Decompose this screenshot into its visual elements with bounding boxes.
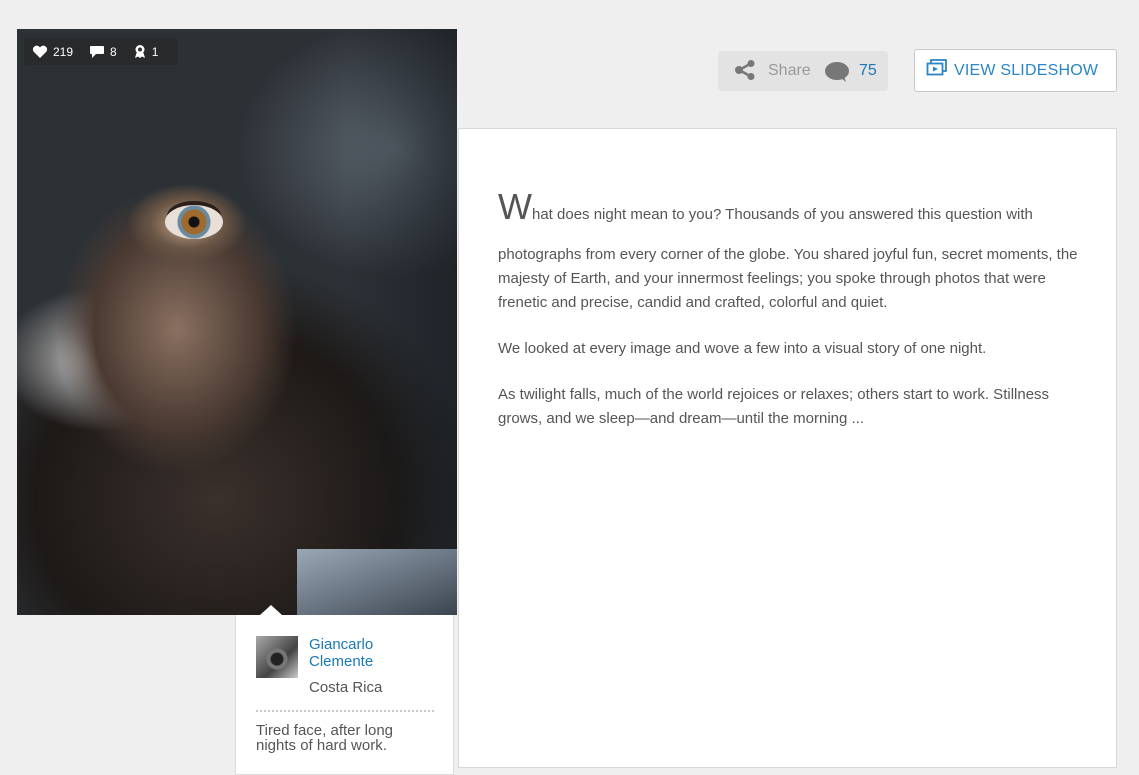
drop-cap: W	[498, 186, 532, 227]
article-paragraph-1-text: photographs from every corner of the glo…	[498, 246, 1078, 311]
awards-count: 1	[151, 44, 159, 59]
featured-photo[interactable]	[17, 29, 457, 615]
comment-icon	[90, 45, 105, 58]
author-name-link[interactable]: Giancarlo Clemente	[309, 636, 429, 670]
divider	[256, 710, 434, 712]
likes-stat[interactable]: 219	[32, 45, 73, 59]
author-location: Costa Rica	[309, 679, 383, 696]
share-icon[interactable]	[734, 60, 756, 80]
avatar[interactable]	[256, 636, 298, 678]
comments-count: 8	[110, 44, 117, 59]
comment-bubble-icon[interactable]	[824, 61, 850, 83]
article-first-line: What does night mean to you? Thousands o…	[498, 189, 1083, 233]
photo-eye	[165, 205, 223, 239]
slideshow-icon	[926, 59, 947, 76]
likes-count: 219	[53, 44, 74, 59]
share-button[interactable]: Share	[768, 62, 811, 80]
author-card: Giancarlo Clemente Costa Rica Tired face…	[235, 615, 454, 775]
article-paragraph-2: We looked at every image and wove a few …	[498, 340, 987, 357]
article-paragraph-3: As twilight falls, much of the world rej…	[498, 386, 1050, 427]
comment-count-link[interactable]: 75	[859, 62, 877, 80]
share-bar: Share 75	[718, 51, 888, 91]
awards-stat[interactable]: 1	[133, 44, 159, 59]
view-slideshow-button[interactable]: VIEW SLIDESHOW	[914, 49, 1117, 92]
article-body: What does night mean to you? Thousands o…	[498, 189, 1083, 453]
author-card-pointer	[260, 605, 282, 615]
article-first-line-text: hat does night mean to you? Thousands of…	[531, 206, 1033, 223]
photo-caption: Tired face, after long nights of hard wo…	[256, 722, 394, 754]
heart-icon	[32, 45, 48, 58]
comments-stat[interactable]: 8	[89, 45, 117, 59]
photo-collar	[297, 549, 457, 615]
article-paragraph-1: What does night mean to you? Thousands o…	[498, 189, 1083, 315]
photo-stats-bar: 219 8 1	[24, 38, 178, 65]
view-slideshow-label: VIEW SLIDESHOW	[954, 62, 1099, 79]
photo-shadow	[347, 29, 457, 615]
award-icon	[134, 45, 145, 58]
article-panel: What does night mean to you? Thousands o…	[458, 128, 1117, 768]
